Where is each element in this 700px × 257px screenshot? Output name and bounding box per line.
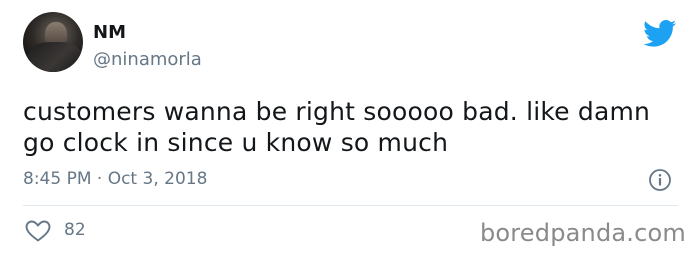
user-handle[interactable]: @ninamorla: [93, 49, 202, 71]
avatar[interactable]: [23, 12, 83, 72]
avatar-jacket: [27, 42, 83, 72]
tweet-text: customers wanna be right sooooo bad. lik…: [23, 97, 651, 157]
info-icon[interactable]: [648, 168, 672, 192]
display-name[interactable]: NM: [93, 22, 126, 44]
twitter-bird-icon[interactable]: [643, 20, 677, 48]
like-count: 82: [64, 220, 86, 240]
divider: [23, 205, 678, 206]
heart-icon[interactable]: [25, 220, 51, 242]
tweet-timestamp[interactable]: 8:45 PM · Oct 3, 2018: [23, 168, 207, 190]
watermark: boredpanda.com: [479, 219, 686, 247]
